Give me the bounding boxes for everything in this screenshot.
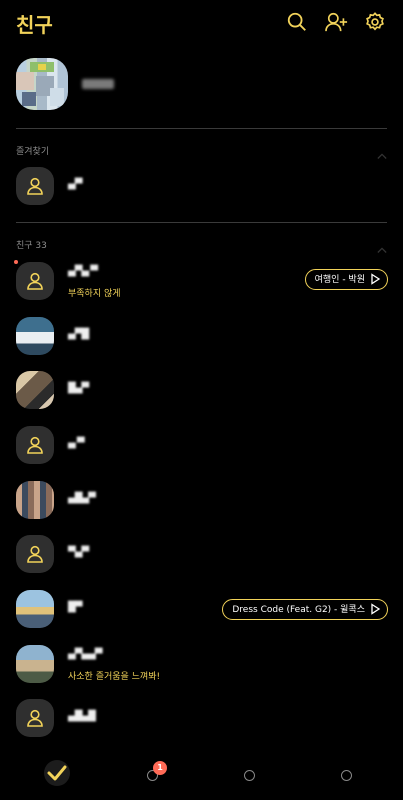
friend-name: ▄ ▀ bbox=[68, 438, 85, 449]
friend-row[interactable]: ▀▄▀ bbox=[16, 535, 388, 575]
friend-status-message: 부족하지 않게 bbox=[68, 289, 121, 299]
friend-name: ▄▀█ bbox=[68, 329, 89, 340]
friend-row[interactable]: ▄▀▄ ▀ 부족하지 않게 여행인 - 박원 bbox=[14, 260, 388, 302]
friend-name: ▄█▄█ bbox=[68, 711, 96, 722]
profile-music-button[interactable]: Dress Code (Feat. G2) - 윌콕스 bbox=[222, 599, 388, 620]
tab-circle-icon bbox=[244, 770, 255, 781]
friend-row[interactable]: ▄█▄█ bbox=[16, 699, 388, 739]
friend-row[interactable]: ▄ ▀ bbox=[16, 426, 388, 466]
friends-section-label: 친구 33 bbox=[16, 241, 47, 251]
collapse-friends-chevron-icon[interactable] bbox=[377, 239, 387, 253]
friend-row[interactable]: █▀ Dress Code (Feat. G2) - 윌콕스 bbox=[16, 590, 388, 630]
profile-music-button[interactable]: 여행인 - 박원 bbox=[304, 269, 388, 290]
friend-status-message: 사소한 즐거움을 느껴봐! bbox=[68, 672, 161, 682]
checkmark-icon bbox=[47, 765, 67, 781]
friend-row[interactable]: ▄█▄▀ bbox=[16, 481, 388, 521]
default-avatar bbox=[16, 262, 54, 300]
default-avatar bbox=[16, 535, 54, 573]
music-label: Dress Code (Feat. G2) - 윌콕스 bbox=[232, 605, 365, 615]
my-profile-avatar bbox=[16, 58, 68, 110]
friend-name: █▀ bbox=[68, 602, 82, 613]
play-icon bbox=[371, 273, 381, 285]
tab-chats[interactable]: 1 bbox=[140, 760, 168, 788]
default-avatar bbox=[16, 426, 54, 464]
person-icon bbox=[27, 709, 43, 727]
friend-name: ▄▀▄ ▀ bbox=[68, 266, 98, 277]
favorite-friend-row[interactable]: ▄▀ bbox=[16, 167, 388, 207]
person-icon bbox=[27, 272, 43, 290]
friend-avatar bbox=[16, 371, 54, 409]
friend-avatar bbox=[16, 481, 54, 519]
collapse-favorites-chevron-icon[interactable] bbox=[377, 145, 387, 159]
tab-more[interactable] bbox=[334, 760, 362, 788]
friend-name: ▀▄▀ bbox=[68, 547, 89, 558]
favorites-section-label: 즐겨찾기 bbox=[16, 147, 50, 157]
friend-name: ▄█▄▀ bbox=[68, 493, 96, 504]
friend-avatar bbox=[16, 645, 54, 683]
tab-friends[interactable] bbox=[44, 760, 70, 786]
settings-gear-icon[interactable] bbox=[364, 11, 386, 33]
friend-row[interactable]: █▄▀ bbox=[16, 371, 388, 411]
play-icon bbox=[371, 603, 381, 615]
new-indicator-dot bbox=[14, 260, 18, 264]
page-title: 친구 bbox=[16, 13, 53, 37]
friend-row[interactable]: ▄▀█ bbox=[16, 317, 388, 357]
divider bbox=[16, 128, 387, 129]
my-profile-name bbox=[82, 79, 114, 89]
friend-name: ▄▀▄▄▀ bbox=[68, 649, 102, 660]
music-label: 여행인 - 박원 bbox=[314, 275, 365, 285]
divider bbox=[16, 222, 387, 223]
friend-row[interactable]: ▄▀▄▄▀ 사소한 즐거움을 느껴봐! bbox=[16, 645, 388, 685]
person-icon bbox=[27, 545, 43, 563]
tab-circle-icon bbox=[341, 770, 352, 781]
unread-badge: 1 bbox=[153, 761, 167, 775]
app-header: 친구 bbox=[0, 0, 403, 46]
friend-name: █▄▀ bbox=[68, 383, 89, 394]
add-friend-icon[interactable] bbox=[325, 11, 349, 33]
default-avatar bbox=[16, 699, 54, 737]
default-avatar bbox=[16, 167, 54, 205]
my-profile[interactable] bbox=[16, 58, 386, 110]
friend-avatar bbox=[16, 317, 54, 355]
tab-view[interactable] bbox=[237, 760, 265, 788]
friend-name: ▄▀ bbox=[68, 179, 82, 190]
person-icon bbox=[27, 436, 43, 454]
bottom-tab-bar: 1 bbox=[0, 750, 403, 800]
person-icon bbox=[27, 177, 43, 195]
friend-avatar bbox=[16, 590, 54, 628]
search-icon[interactable] bbox=[286, 11, 308, 33]
